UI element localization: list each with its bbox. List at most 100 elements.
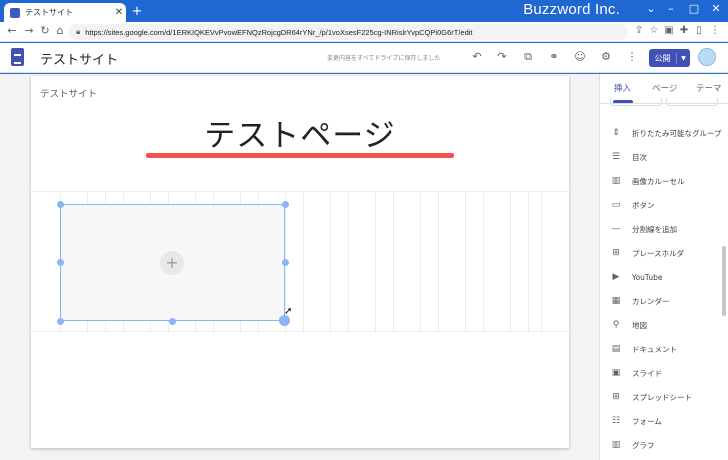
panel-item-map[interactable]: ⚲ 地図 xyxy=(610,318,647,332)
button-icon: ▭ xyxy=(611,200,621,210)
minimize-icon[interactable]: – xyxy=(660,2,682,15)
tab-strip: テストサイト ✕ + Buzzword Inc. ⌄ – □ ✕ xyxy=(0,0,728,22)
title-underline xyxy=(146,153,454,158)
panel-item-label: グラフ xyxy=(632,440,655,450)
maximize-icon[interactable]: □ xyxy=(683,2,705,15)
tab-close-icon[interactable]: ✕ xyxy=(112,7,126,18)
resize-handle-bottom[interactable] xyxy=(169,318,176,325)
resize-handle-top-left[interactable] xyxy=(57,201,64,208)
page-title[interactable]: テストページ xyxy=(31,110,569,155)
placeholder-block[interactable]: + xyxy=(60,204,285,321)
collapsible-icon: ⇕ xyxy=(612,128,620,138)
panel-item-label: フォーム xyxy=(632,416,662,426)
grid-line xyxy=(528,192,529,333)
grid-line xyxy=(393,192,394,333)
panel-item-placeholder[interactable]: ⊞ プレースホルダ xyxy=(610,246,684,260)
star-icon[interactable]: ☆ xyxy=(647,25,661,36)
panel-item-button[interactable]: ▭ ボタン xyxy=(610,198,655,212)
grid-line xyxy=(420,192,421,333)
link-icon[interactable]: ⚭ xyxy=(546,50,562,63)
grid-line xyxy=(330,192,331,333)
redo-icon[interactable]: ↷ xyxy=(494,50,510,63)
add-person-icon[interactable]: ☺ xyxy=(572,50,588,63)
add-content-button[interactable]: + xyxy=(160,251,184,275)
tab-themes[interactable]: テーマ xyxy=(696,82,722,94)
sites-app-bar: テストサイト 変更内容をすべてドライブに保存しました ↶ ↷ ⧉ ⚭ ☺ ⚙ ⋮… xyxy=(0,43,728,73)
forward-icon[interactable]: → xyxy=(22,24,36,37)
panel-item-docs[interactable]: ▤ ドキュメント xyxy=(610,342,677,356)
sites-logo-icon[interactable] xyxy=(11,48,24,66)
panel-item-label: 地図 xyxy=(632,320,647,330)
site-name[interactable]: テストサイト xyxy=(40,49,118,68)
panel-item-label: カレンダー xyxy=(632,296,670,306)
share-icon[interactable]: ⇪ xyxy=(632,25,646,36)
divider-icon: — xyxy=(611,224,621,234)
more-options-icon[interactable]: ⋮ xyxy=(624,50,640,63)
panel-item-label: 目次 xyxy=(632,152,647,162)
resize-handle-top-right[interactable] xyxy=(282,201,289,208)
panel-item-toc[interactable]: ☰ 目次 xyxy=(610,150,647,164)
puzzle-icon[interactable]: ✚ xyxy=(677,25,691,36)
publish-dropdown-icon[interactable]: ▼ xyxy=(677,55,690,62)
panel-item-collapsible[interactable]: ⇕ 折りたたみ可能なグループ xyxy=(610,126,722,140)
scrolled-card-edges xyxy=(610,98,720,106)
chevron-down-icon[interactable]: ⌄ xyxy=(640,2,662,15)
reload-icon[interactable]: ↻ xyxy=(38,24,52,37)
extension-icon[interactable]: ▣ xyxy=(662,25,676,36)
panel-item-label: 分割線を追加 xyxy=(632,224,677,234)
grid-line xyxy=(438,192,439,333)
lock-icon: 🔒︎ xyxy=(76,27,81,36)
url-text: https://sites.google.com/d/1ERKIQKEVvPvo… xyxy=(85,27,473,37)
preview-icon[interactable]: ⧉ xyxy=(520,50,536,64)
new-tab-button[interactable]: + xyxy=(130,4,144,19)
toc-icon: ☰ xyxy=(611,152,621,162)
card-edge xyxy=(666,98,718,106)
panel-item-slides[interactable]: ▣ スライド xyxy=(610,366,662,380)
grid-line xyxy=(375,192,376,333)
panel-scrollbar[interactable] xyxy=(722,246,726,316)
resize-handle-bottom-left[interactable] xyxy=(57,318,64,325)
url-field[interactable]: 🔒︎ https://sites.google.com/d/1ERKIQKEVv… xyxy=(68,24,628,40)
panel-item-carousel[interactable]: ▥ 画像カルーセル xyxy=(610,174,685,188)
panel-item-label: 折りたたみ可能なグループ xyxy=(632,128,722,138)
panel-item-label: 画像カルーセル xyxy=(632,176,685,186)
tab-title: テストサイト xyxy=(25,8,73,17)
panel-item-label: スライド xyxy=(632,368,662,378)
panel-item-divider[interactable]: — 分割線を追加 xyxy=(610,222,678,236)
resize-handle-left[interactable] xyxy=(57,259,64,266)
placeholder-icon: ⊞ xyxy=(612,248,620,258)
card-edge xyxy=(610,98,662,106)
panel-item-forms[interactable]: ☷ フォーム xyxy=(610,414,662,428)
panel-item-youtube[interactable]: ▶ YouTube xyxy=(610,270,663,284)
slides-icon: ▣ xyxy=(611,368,621,378)
home-icon[interactable]: ⌂ xyxy=(53,24,67,37)
grid-line xyxy=(541,192,542,333)
content-section[interactable]: + xyxy=(31,191,569,333)
youtube-icon: ▶ xyxy=(612,272,620,282)
panel-item-sheets[interactable]: ⊞ スプレッドシート xyxy=(610,390,692,404)
panel-item-label: YouTube xyxy=(632,272,663,282)
sheets-icon: ⊞ xyxy=(612,392,620,402)
publish-button[interactable]: 公開 ▼ xyxy=(649,49,690,67)
panel-item-label: ボタン xyxy=(632,200,655,210)
menu-icon[interactable]: ⋮ xyxy=(708,25,722,36)
avatar[interactable] xyxy=(698,48,716,66)
browser-tab[interactable]: テストサイト ✕ xyxy=(4,3,126,22)
panel-item-calendar[interactable]: ▦ カレンダー xyxy=(610,294,670,308)
publish-label[interactable]: 公開 xyxy=(649,52,677,64)
tab-pages[interactable]: ページ xyxy=(652,82,677,94)
grid-line xyxy=(510,192,511,333)
settings-gear-icon[interactable]: ⚙ xyxy=(598,50,614,63)
back-icon[interactable]: ← xyxy=(5,24,19,37)
editor-canvas: テストサイト テストページ + ➚ xyxy=(0,74,599,460)
forms-icon: ☷ xyxy=(611,416,621,426)
panel-item-chart[interactable]: ▥ グラフ xyxy=(610,438,655,452)
sidepanel-icon[interactable]: ▯ xyxy=(692,25,706,36)
chart-icon: ▥ xyxy=(611,440,621,450)
resize-handle-right[interactable] xyxy=(282,259,289,266)
tab-insert[interactable]: 挿入 xyxy=(614,82,631,94)
page-site-name[interactable]: テストサイト xyxy=(40,86,97,100)
calendar-icon: ▦ xyxy=(611,296,621,306)
window-close-icon[interactable]: ✕ xyxy=(705,2,727,15)
undo-icon[interactable]: ↶ xyxy=(469,50,485,63)
